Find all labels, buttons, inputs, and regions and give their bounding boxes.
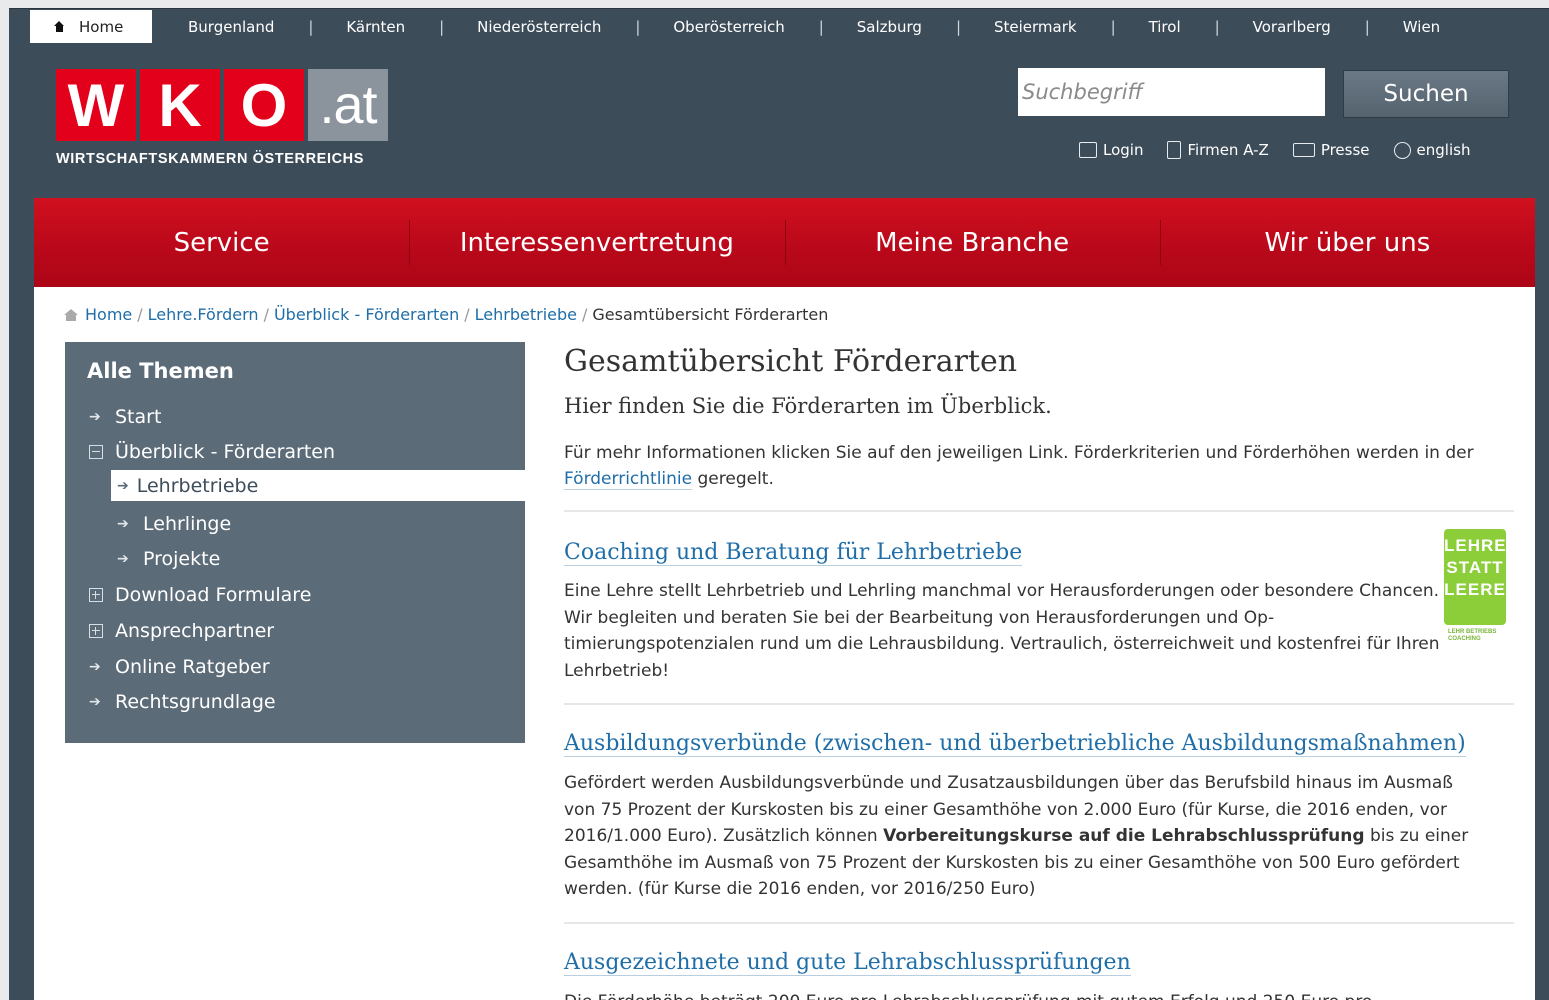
- section-body-ausbildungsverbuende: Gefördert werden Ausbildungsverbünde und…: [564, 773, 1469, 899]
- nav-interessenvertretung[interactable]: Interessenvertretung: [409, 198, 784, 287]
- arrow-right-icon: ➔: [89, 409, 101, 425]
- section-body-lehrabschlusspruefungen: Die Förderhöhe beträgt 200 Euro pro Lehr…: [564, 989, 1484, 1000]
- section-body-coaching: Eine Lehre stellt Lehrbetrieb und Lehrli…: [564, 581, 1440, 681]
- english-link[interactable]: english: [1393, 141, 1471, 159]
- sidebar-item-label: Online Ratgeber: [115, 656, 270, 678]
- breadcrumb-current: Gesamtübersicht Förderarten: [592, 305, 829, 324]
- sidebar-item-label: Start: [115, 406, 162, 428]
- sidebar-item-label: Überblick - Förderarten: [115, 441, 336, 463]
- region-link-niederoesterreich[interactable]: Niederösterreich: [439, 18, 637, 36]
- breadcrumb-home[interactable]: Home: [85, 305, 132, 324]
- sidebar-item-label: Lehrlinge: [143, 513, 232, 535]
- sidebar: Alle Themen ➔ Start Überblick - Förderar…: [65, 342, 525, 743]
- arrow-right-icon: ➔: [89, 694, 101, 710]
- breadcrumb-ueberblick[interactable]: Überblick - Förderarten: [274, 305, 459, 324]
- sidebar-item-label: Rechtsgrundlage: [115, 691, 276, 713]
- nav-wir-ueber-uns[interactable]: Wir über uns: [1159, 198, 1535, 287]
- divider: [564, 703, 1514, 705]
- region-link-oberoesterreich[interactable]: Oberösterreich: [635, 18, 820, 36]
- expand-icon[interactable]: [89, 588, 103, 602]
- sidebar-item-label: Ansprechpartner: [115, 620, 275, 642]
- home-tab-label: Home: [79, 17, 124, 36]
- sidebar-item-lehrbetriebe[interactable]: ➔ Lehrbetriebe: [111, 470, 525, 501]
- firmen-link[interactable]: Firmen A-Z: [1167, 141, 1269, 159]
- english-label: english: [1416, 141, 1471, 159]
- home-icon: [64, 308, 78, 321]
- region-link-steiermark[interactable]: Steiermark: [956, 18, 1113, 36]
- breadcrumb-lehrbetriebe[interactable]: Lehrbetriebe: [475, 305, 577, 324]
- region-link-burgenland[interactable]: Burgenland: [152, 18, 310, 36]
- arrow-right-icon: ➔: [117, 477, 129, 494]
- sidebar-item-ueberblick[interactable]: Überblick - Förderarten: [89, 441, 335, 463]
- sidebar-item-start[interactable]: ➔ Start: [89, 406, 161, 428]
- section-title-ausbildungsverbuende[interactable]: Ausbildungsverbünde (zwischen- und überb…: [564, 731, 1466, 757]
- breadcrumb: Home / Lehre.Fördern / Überblick - Förde…: [64, 305, 828, 324]
- region-link-vorarlberg[interactable]: Vorarlberg: [1215, 18, 1367, 36]
- sidebar-item-rechtsgrundlage[interactable]: ➔ Rechtsgrundlage: [89, 691, 276, 713]
- intro-text: Für mehr Informationen klicken Sie auf d…: [564, 443, 1474, 490]
- arrow-right-icon: ➔: [89, 659, 101, 675]
- home-tab[interactable]: Home: [30, 10, 152, 43]
- sidebar-title: Alle Themen: [87, 359, 234, 383]
- presse-label: Presse: [1320, 141, 1370, 159]
- logo-letter-w: W: [56, 69, 136, 141]
- logo-letter-k: K: [140, 69, 220, 141]
- sidebar-item-label: Download Formulare: [115, 584, 312, 606]
- document-icon: [1167, 141, 1182, 159]
- presse-link[interactable]: Presse: [1292, 141, 1370, 159]
- search-input[interactable]: [1018, 68, 1325, 116]
- logo-suffix: .at: [308, 69, 388, 141]
- badge-text: LEHRE STATT LEERE: [1444, 529, 1506, 625]
- login-link[interactable]: Login: [1079, 141, 1143, 159]
- search-button[interactable]: Suchen: [1343, 70, 1509, 118]
- logo-subtitle: WIRTSCHAFTSKAMMERN ÖSTERREICHS: [56, 151, 364, 167]
- home-icon: [54, 21, 65, 32]
- login-label: Login: [1103, 141, 1144, 159]
- divider: [564, 922, 1514, 924]
- main-navigation: Service Interessenvertretung Meine Branc…: [34, 198, 1535, 287]
- arrow-right-icon: ➔: [117, 516, 129, 532]
- firmen-label: Firmen A-Z: [1187, 141, 1269, 159]
- sidebar-item-ansprechpartner[interactable]: Ansprechpartner: [89, 620, 274, 642]
- expand-icon[interactable]: [89, 624, 103, 638]
- sidebar-item-lehrlinge[interactable]: ➔ Lehrlinge: [117, 513, 231, 535]
- page-frame: Home Burgenland Kärnten Niederösterreich…: [9, 8, 1549, 1000]
- globe-icon: [1393, 141, 1411, 159]
- region-link-tirol[interactable]: Tirol: [1111, 18, 1217, 36]
- arrow-right-icon: ➔: [117, 551, 129, 567]
- section-title-lehrabschlusspruefungen[interactable]: Ausgezeichnete und gute Lehrabschlussprü…: [564, 950, 1131, 976]
- collapse-icon[interactable]: [89, 445, 103, 459]
- nav-meine-branche[interactable]: Meine Branche: [784, 198, 1160, 287]
- section-title-coaching[interactable]: Coaching und Beratung für Lehrbetriebe: [564, 540, 1023, 566]
- wko-logo[interactable]: W K O .at WIRTSCHAFTSKAMMERN ÖSTERREICHS: [56, 69, 388, 167]
- newspaper-icon: [1292, 143, 1315, 157]
- divider: [564, 510, 1514, 512]
- nav-service[interactable]: Service: [34, 198, 409, 287]
- badge-subtext: LEHR BETRIEBS COACHING: [1448, 629, 1497, 642]
- logo-letter-o: O: [224, 69, 304, 141]
- sidebar-item-label: Projekte: [143, 548, 221, 570]
- region-link-wien[interactable]: Wien: [1365, 18, 1476, 36]
- sidebar-item-projekte[interactable]: ➔ Projekte: [117, 548, 220, 570]
- sidebar-item-online-ratgeber[interactable]: ➔ Online Ratgeber: [89, 656, 270, 678]
- breadcrumb-lehre-foerdern[interactable]: Lehre.Fördern: [148, 305, 259, 324]
- page-lead: Hier finden Sie die Förderarten im Überb…: [564, 394, 1052, 418]
- region-link-kaernten[interactable]: Kärnten: [308, 18, 441, 36]
- sidebar-item-label: Lehrbetriebe: [136, 474, 259, 497]
- content-area: Home / Lehre.Fördern / Überblick - Förde…: [34, 287, 1535, 1000]
- edit-checkbox-icon: [1079, 142, 1097, 158]
- lehre-statt-leere-badge[interactable]: LEHRE STATT LEERE LEHR BETRIEBS COACHING: [1444, 529, 1506, 653]
- page-title: Gesamtübersicht Förderarten: [564, 344, 1018, 379]
- utility-links: Login Firmen A-Z Presse english: [1079, 141, 1470, 159]
- foerderrichtlinie-link[interactable]: Förderrichtlinie: [564, 469, 693, 490]
- sidebar-item-download-formulare[interactable]: Download Formulare: [89, 584, 311, 606]
- region-navigation: Home Burgenland Kärnten Niederösterreich…: [9, 9, 1549, 45]
- region-link-salzburg[interactable]: Salzburg: [819, 18, 958, 36]
